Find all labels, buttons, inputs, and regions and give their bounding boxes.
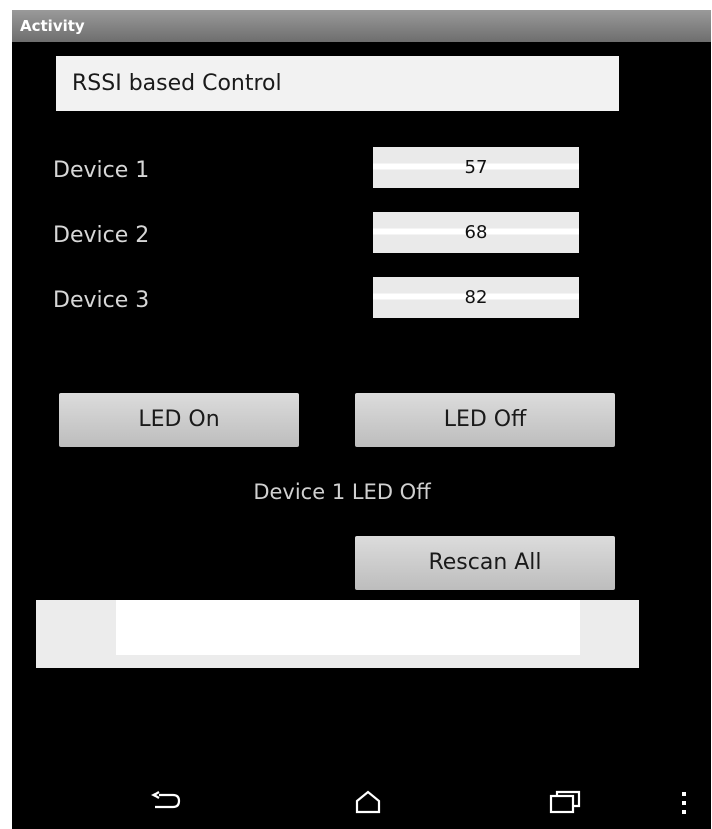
home-icon[interactable] <box>353 789 383 815</box>
title-bar: Activity <box>12 10 711 42</box>
header-text: RSSI based Control <box>72 71 282 96</box>
device-3-rssi-field[interactable]: 82 <box>373 277 579 318</box>
log-text-area[interactable] <box>36 600 639 668</box>
log-text-inner <box>116 600 580 655</box>
app-screen: Activity RSSI based Control Device 1 57 … <box>12 10 711 829</box>
device-2-rssi-field[interactable]: 68 <box>373 212 579 253</box>
device-3-label: Device 3 <box>53 288 150 313</box>
navigation-bar <box>12 775 711 829</box>
app-title: Activity <box>20 17 85 35</box>
led-on-button[interactable]: LED On <box>59 393 299 447</box>
header-text-field: RSSI based Control <box>56 56 619 111</box>
device-1-rssi-field[interactable]: 57 <box>373 147 579 188</box>
back-icon[interactable] <box>149 789 183 815</box>
overflow-menu-icon[interactable] <box>680 791 688 817</box>
device-1-label: Device 1 <box>53 158 150 183</box>
device-2-label: Device 2 <box>53 223 150 248</box>
device-3-rssi-value: 82 <box>464 287 488 308</box>
rescan-all-button[interactable]: Rescan All <box>355 536 615 590</box>
device-1-rssi-value: 57 <box>464 157 488 178</box>
recent-apps-icon[interactable] <box>548 789 582 815</box>
status-text: Device 1 LED Off <box>253 480 431 504</box>
led-off-button[interactable]: LED Off <box>355 393 615 447</box>
device-2-rssi-value: 68 <box>464 222 488 243</box>
